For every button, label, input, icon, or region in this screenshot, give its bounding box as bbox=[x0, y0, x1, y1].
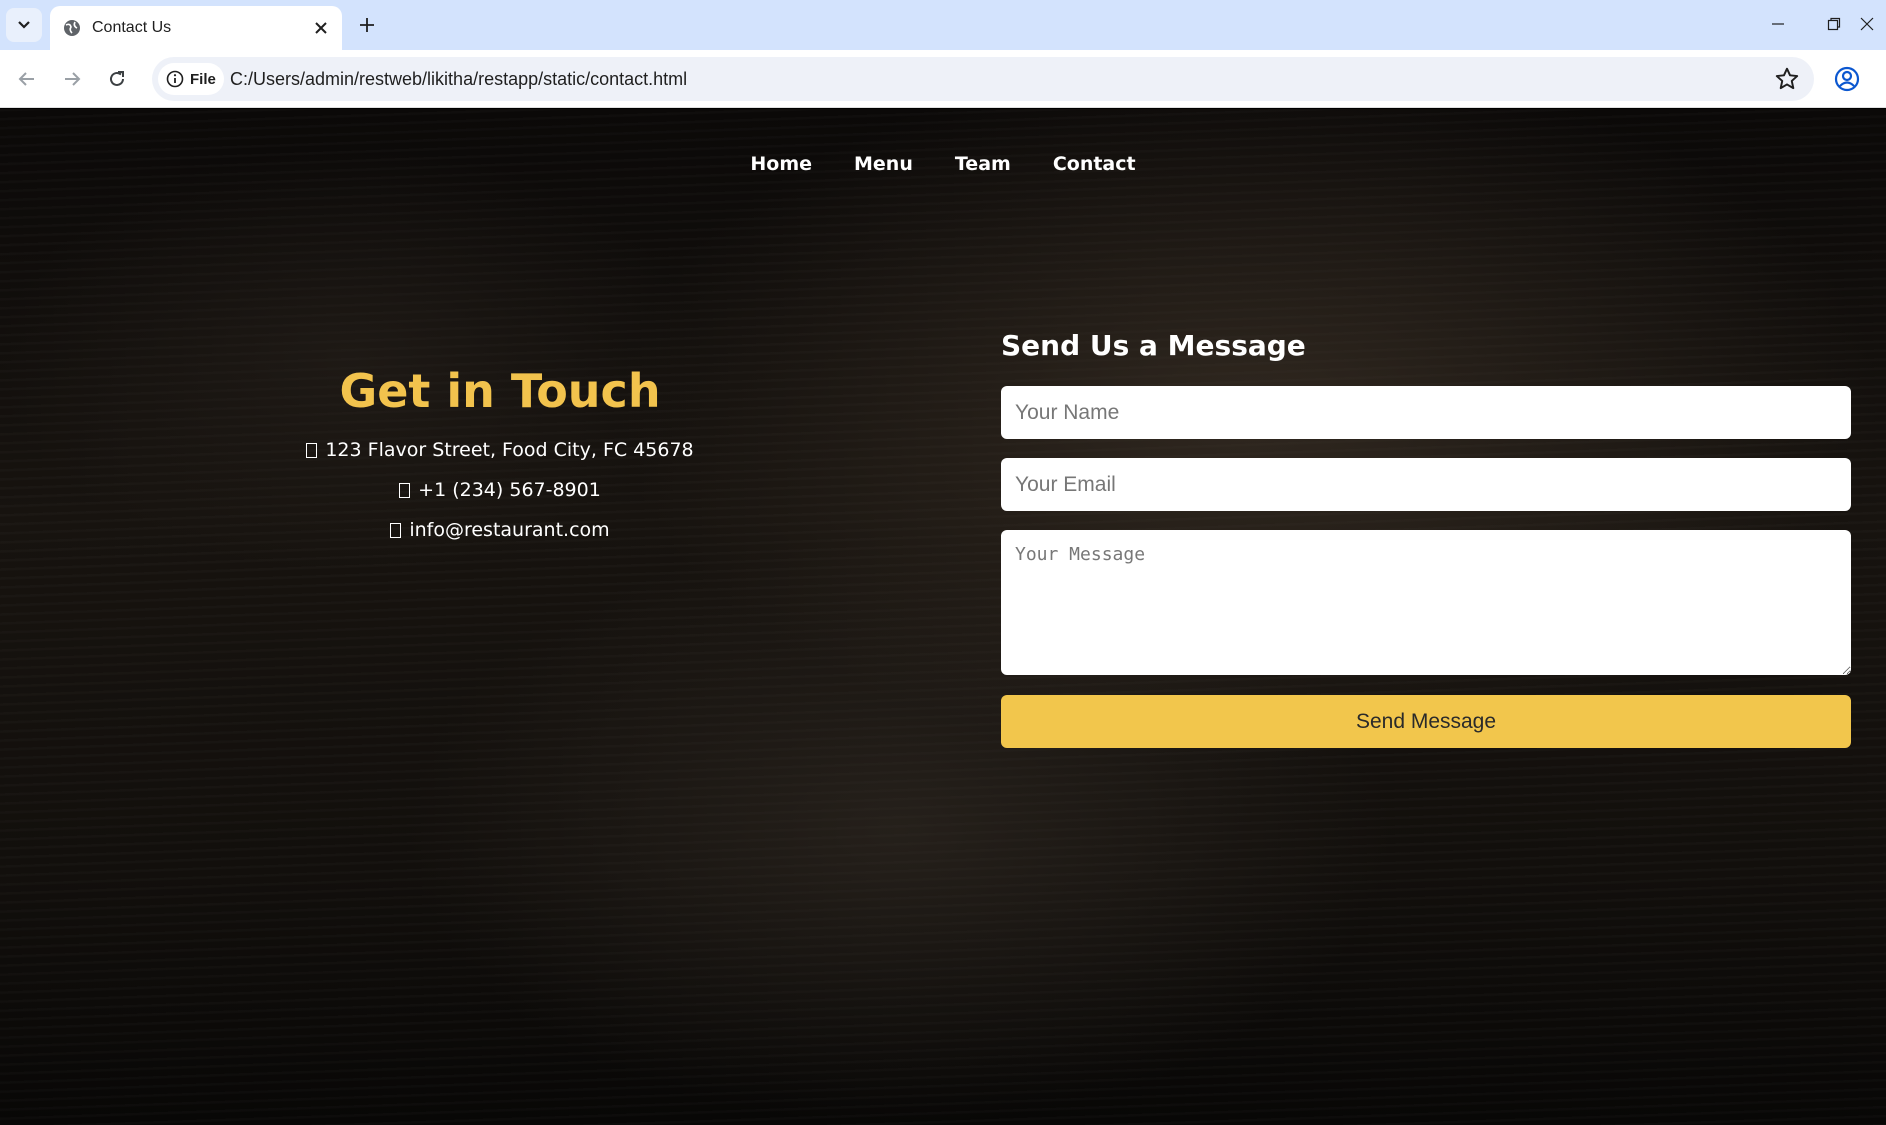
message-form-section: Send Us a Message Send Message bbox=[1001, 329, 1851, 748]
new-tab-button[interactable] bbox=[350, 8, 384, 42]
url-text[interactable]: C:/Users/admin/restweb/likitha/restapp/s… bbox=[230, 69, 687, 90]
restore-button[interactable] bbox=[1804, 0, 1864, 48]
email-line: info@restaurant.com bbox=[200, 519, 800, 541]
close-window-button[interactable] bbox=[1860, 0, 1886, 48]
address-bar[interactable]: File C:/Users/admin/restweb/likitha/rest… bbox=[152, 57, 1814, 101]
name-input[interactable] bbox=[1001, 386, 1851, 439]
arrow-right-icon bbox=[65, 72, 81, 86]
back-button[interactable] bbox=[9, 61, 45, 97]
info-icon bbox=[166, 70, 184, 88]
nav-team[interactable]: Team bbox=[955, 153, 1011, 175]
email-icon bbox=[390, 522, 402, 538]
address-line: 123 Flavor Street, Food City, FC 45678 bbox=[200, 439, 800, 461]
bookmark-star-icon[interactable] bbox=[1774, 66, 1800, 92]
contact-heading: Get in Touch bbox=[339, 364, 661, 418]
tab-title: Contact Us bbox=[92, 19, 172, 36]
phone-text: +1 (234) 567-8901 bbox=[418, 479, 601, 501]
nav-home[interactable]: Home bbox=[750, 153, 812, 175]
message-textarea[interactable] bbox=[1001, 530, 1851, 675]
close-icon bbox=[1860, 17, 1874, 31]
browser-tab[interactable]: Contact Us bbox=[50, 6, 342, 50]
browser-tab-strip: Contact Us bbox=[0, 0, 1886, 50]
reload-icon bbox=[110, 71, 124, 86]
chevron-down-icon bbox=[18, 21, 30, 29]
arrow-left-icon bbox=[18, 72, 34, 86]
email-text: info@restaurant.com bbox=[409, 519, 610, 541]
contact-details: 123 Flavor Street, Food City, FC 45678 +… bbox=[200, 439, 800, 541]
plus-icon bbox=[360, 18, 374, 32]
form-heading: Send Us a Message bbox=[1001, 329, 1306, 362]
main-nav: Home Menu Team Contact bbox=[0, 153, 1886, 175]
phone-line: +1 (234) 567-8901 bbox=[200, 479, 800, 501]
location-icon bbox=[306, 442, 318, 458]
email-input[interactable] bbox=[1001, 458, 1851, 511]
send-message-button[interactable]: Send Message bbox=[1001, 695, 1851, 748]
close-tab-icon[interactable] bbox=[304, 11, 338, 45]
nav-contact[interactable]: Contact bbox=[1053, 153, 1136, 175]
browser-toolbar: File C:/Users/admin/restweb/likitha/rest… bbox=[0, 50, 1886, 108]
restore-icon bbox=[1827, 17, 1841, 31]
site-info-label: File bbox=[190, 70, 216, 88]
reload-button[interactable] bbox=[99, 61, 135, 97]
contact-page: Home Menu Team Contact Get in Touch 123 … bbox=[0, 109, 1886, 1125]
minimize-icon bbox=[1772, 23, 1784, 25]
nav-menu[interactable]: Menu bbox=[854, 153, 913, 175]
profile-icon[interactable] bbox=[1832, 64, 1862, 94]
phone-icon bbox=[399, 482, 411, 498]
forward-button[interactable] bbox=[54, 61, 90, 97]
minimize-button[interactable] bbox=[1748, 0, 1808, 48]
globe-icon bbox=[64, 20, 80, 36]
site-info-chip[interactable]: File bbox=[158, 63, 224, 95]
tab-search-button[interactable] bbox=[6, 8, 42, 42]
contact-info-section: Get in Touch 123 Flavor Street, Food Cit… bbox=[200, 364, 800, 559]
address-text: 123 Flavor Street, Food City, FC 45678 bbox=[325, 439, 694, 461]
